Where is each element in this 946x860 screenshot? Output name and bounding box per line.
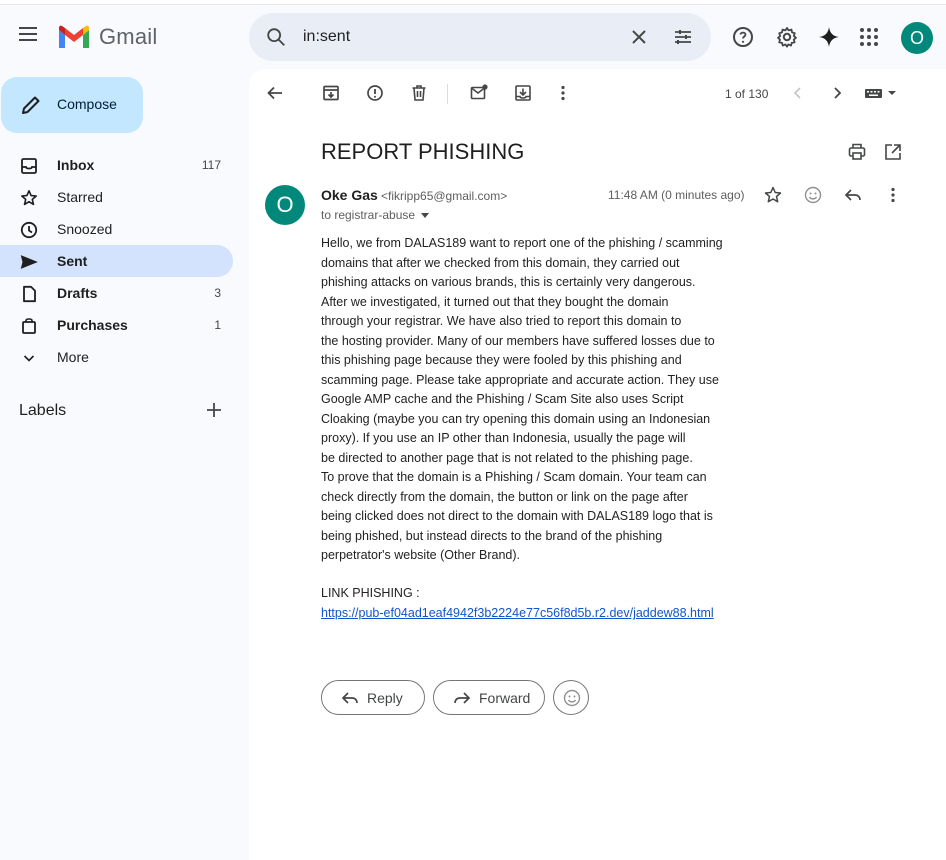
reply-arrow-icon[interactable] — [843, 185, 863, 205]
sidebar-item-label: Sent — [57, 253, 88, 269]
reply-button[interactable]: Reply — [321, 680, 425, 715]
body-line: Hello, we from DALAS189 want to report o… — [321, 236, 723, 250]
mark-unread-icon[interactable] — [469, 83, 489, 103]
open-in-new-window-icon[interactable] — [883, 142, 903, 162]
clock-icon — [20, 221, 38, 239]
sender-avatar: O — [265, 185, 305, 225]
pagination-text: 1 of 130 — [725, 87, 769, 101]
pencil-icon — [22, 96, 40, 114]
sidebar-item-label: Snoozed — [57, 221, 113, 237]
draft-count: 3 — [214, 286, 221, 300]
sidebar-item-label: Purchases — [57, 317, 128, 333]
recipient-details-caret-icon[interactable] — [421, 213, 430, 219]
body-line: the hosting provider. Many of our member… — [321, 333, 715, 348]
body-line: To prove that the domain is a Phishing /… — [321, 470, 707, 484]
labels-heading: Labels — [19, 402, 67, 419]
gmail-logo-icon — [59, 25, 89, 48]
body-line: being clicked does not direct to the dom… — [321, 509, 713, 523]
send-icon — [20, 255, 38, 269]
sidebar-item-drafts[interactable]: Drafts 3 — [0, 277, 233, 309]
star-message-icon[interactable] — [763, 185, 783, 205]
report-spam-icon[interactable] — [365, 83, 385, 103]
search-bar[interactable] — [249, 13, 711, 61]
react-emoji-button[interactable] — [553, 680, 589, 715]
print-icon[interactable] — [847, 142, 867, 162]
app-name: Gmail — [99, 24, 158, 49]
sender-name[interactable]: Oke Gas — [321, 187, 378, 203]
email-body: Hello, we from DALAS189 want to report o… — [321, 234, 751, 566]
search-icon[interactable] — [265, 26, 287, 48]
body-line: After we investigated, it turned out tha… — [321, 294, 669, 309]
body-line: Google AMP cache and the Phishing / Scam… — [321, 392, 684, 406]
recipient-text: to registrar-abuse — [321, 208, 416, 222]
body-line: perpetrator's website (Other Brand). — [321, 548, 520, 562]
account-avatar[interactable]: O — [901, 22, 933, 54]
shopping-bag-icon — [22, 318, 36, 334]
sidebar-item-starred[interactable]: Starred — [0, 181, 233, 213]
message-more-options-icon[interactable] — [883, 185, 903, 205]
phishing-link[interactable]: https://pub-ef04ad1eaf4942f3b2224e77c56f… — [321, 606, 714, 620]
sidebar-item-inbox[interactable]: Inbox 117 — [0, 149, 233, 181]
sidebar-item-label: More — [57, 349, 89, 365]
sidebar-item-more[interactable]: More — [0, 341, 233, 373]
body-line: scamming page. Please take appropriate a… — [321, 372, 719, 387]
search-input[interactable] — [303, 25, 603, 49]
older-chevron-right-icon[interactable] — [827, 83, 847, 103]
input-tools-keyboard-icon[interactable] — [864, 83, 900, 103]
sidebar-item-label: Inbox — [57, 157, 95, 173]
more-options-vertical-icon[interactable] — [553, 83, 573, 103]
gemini-sparkle-icon[interactable] — [817, 25, 841, 49]
sidebar-item-label: Starred — [57, 189, 103, 205]
body-line: this phishing page because they were foo… — [321, 353, 682, 367]
recipient-line[interactable]: to registrar-abuse — [321, 208, 430, 222]
body-line: phishing attacks on various brands, this… — [321, 275, 696, 289]
move-to-icon[interactable] — [513, 83, 533, 103]
add-label-plus-icon[interactable] — [204, 400, 224, 420]
compose-button[interactable]: Compose — [1, 77, 143, 133]
sender-email: <fikripp65@gmail.com> — [381, 189, 508, 203]
reply-arrow-icon — [341, 692, 358, 704]
back-arrow-icon[interactable] — [265, 83, 285, 103]
help-icon[interactable] — [731, 25, 755, 49]
main-menu-button[interactable] — [14, 23, 44, 51]
compose-label: Compose — [57, 96, 117, 112]
body-line: domains that after we checked from this … — [321, 255, 680, 270]
delete-trash-icon[interactable] — [409, 83, 429, 103]
body-line: through your registrar. We have also tri… — [321, 314, 682, 328]
reply-label: Reply — [367, 690, 403, 706]
email-timestamp: 11:48 AM (0 minutes ago) — [608, 188, 745, 202]
newer-chevron-left-icon[interactable] — [788, 83, 808, 103]
body-line: check directly from the domain, the butt… — [321, 489, 688, 504]
forward-arrow-icon — [454, 692, 471, 704]
chevron-down-icon — [23, 355, 35, 362]
purchases-count: 1 — [214, 318, 221, 332]
body-line: being phished, but instead directs to th… — [321, 528, 663, 543]
toolbar-divider — [447, 84, 448, 104]
window-top-strip — [0, 0, 946, 5]
archive-icon[interactable] — [321, 83, 341, 103]
draft-icon — [23, 285, 36, 303]
sidebar-item-label: Drafts — [57, 285, 98, 301]
smiley-emoji-icon — [563, 689, 581, 707]
sidebar-item-sent[interactable]: Sent — [0, 245, 233, 277]
settings-gear-icon[interactable] — [775, 25, 799, 49]
body-line: Cloaking (maybe you can try opening this… — [321, 411, 711, 426]
forward-button[interactable]: Forward — [433, 680, 545, 715]
apps-grid-icon[interactable] — [857, 25, 881, 49]
search-options-icon[interactable] — [671, 25, 695, 49]
inbox-icon — [21, 158, 37, 174]
unread-count: 117 — [201, 158, 221, 172]
forward-label: Forward — [479, 690, 531, 706]
body-line: be directed to another page that is not … — [321, 450, 693, 465]
sidebar-item-purchases[interactable]: Purchases 1 — [0, 309, 233, 341]
link-label: LINK PHISHING : — [321, 586, 420, 600]
body-line: proxy). If you use an IP other than Indo… — [321, 431, 686, 445]
sidebar-item-snoozed[interactable]: Snoozed — [0, 213, 233, 245]
clear-search-icon[interactable] — [627, 25, 651, 49]
star-icon — [21, 190, 37, 206]
add-reaction-emoji-icon[interactable] — [803, 185, 823, 205]
email-subject: REPORT PHISHING — [321, 139, 525, 164]
